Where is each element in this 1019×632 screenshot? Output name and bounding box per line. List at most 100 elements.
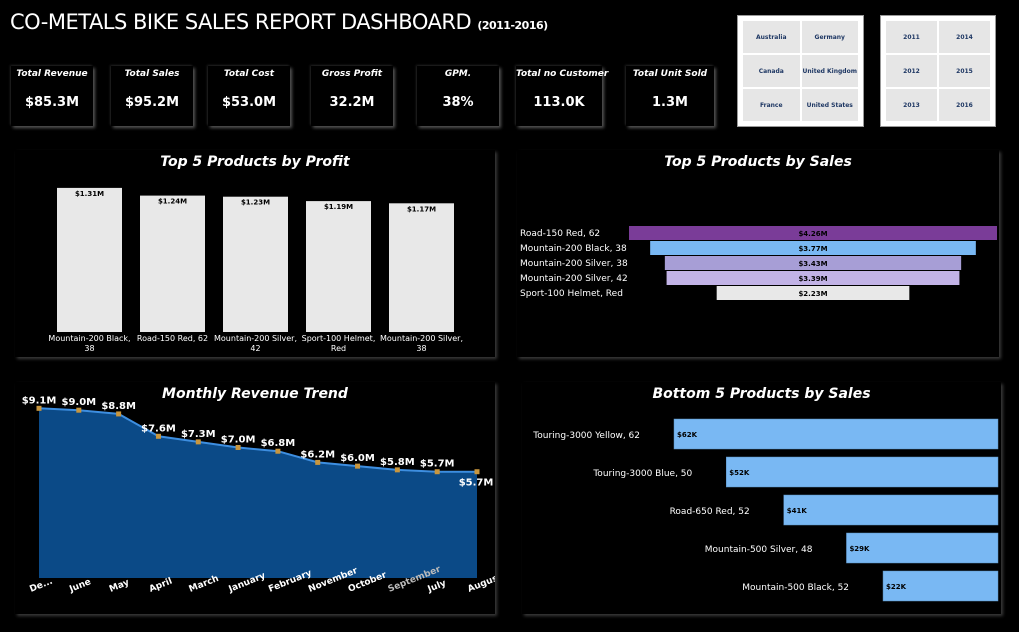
funnel-data-label: $3.77M xyxy=(798,245,827,253)
kpi-label: GPM. xyxy=(444,69,472,79)
profit-data-label: $1.19M xyxy=(324,203,353,211)
profit-category-label: Road-150 Red, 62 xyxy=(137,334,208,343)
revenue-marker xyxy=(116,411,122,417)
slicer-option-year[interactable]: 2011 xyxy=(886,21,937,53)
revenue-data-label: $9.0M xyxy=(62,397,97,408)
kpi-card-total-customers: Total no Customer 113.0K xyxy=(516,66,609,126)
bottom-sales-data-label: $29K xyxy=(849,545,870,553)
funnel-data-label: $4.26M xyxy=(798,230,827,238)
kpi-card-gross-profit: Gross Profit 32.2M xyxy=(311,66,393,126)
profit-bar xyxy=(223,196,288,332)
slicer-option-year[interactable]: 2016 xyxy=(939,89,990,121)
bottom-sales-data-label: $22K xyxy=(886,583,907,591)
slicer-option-country[interactable]: Germany xyxy=(801,21,858,53)
funnel-category-label: Mountain-200 Silver, 42 xyxy=(520,274,628,284)
revenue-marker xyxy=(315,459,321,465)
revenue-trend-panel: Monthly Revenue Trend $9.1M De... $9.0M Jun… xyxy=(15,382,495,614)
slicer-option-country[interactable]: United States xyxy=(801,89,858,121)
funnel-data-label: $2.23M xyxy=(798,290,827,298)
profit-category-label: Mountain-200 Black, xyxy=(48,334,130,343)
revenue-marker xyxy=(235,444,241,450)
profit-bar xyxy=(140,195,205,332)
slicer-option-year[interactable]: 2013 xyxy=(886,89,937,121)
profit-category-label: Red xyxy=(331,344,346,353)
bottom-sales-bar xyxy=(783,494,999,526)
profit-category-label: Sport-100 Helmet, xyxy=(302,334,376,343)
profit-data-label: $1.31M xyxy=(75,190,104,198)
bottom-sales-category-label: Touring-3000 Blue, 50 xyxy=(592,469,692,479)
profit-category-label: Mountain-200 Silver, xyxy=(214,334,297,343)
revenue-area xyxy=(39,408,477,578)
revenue-data-label: $5.7M xyxy=(420,459,455,470)
revenue-data-label: $5.7M xyxy=(459,478,494,489)
year-slicer: 2011 2014 2012 2015 2013 2016 xyxy=(880,15,996,127)
bottom-sales-data-label: $41K xyxy=(787,507,808,515)
funnel-category-label: Road-150 Red, 62 xyxy=(520,229,600,239)
profit-category-label: 38 xyxy=(84,344,94,353)
funnel-category-label: Mountain-200 Black, 38 xyxy=(520,244,627,254)
title-text: CO-METALS BIKE SALES REPORT DASHBOARD xyxy=(10,10,472,34)
revenue-data-label: $7.3M xyxy=(181,429,216,440)
kpi-label: Gross Profit xyxy=(321,69,383,79)
revenue-data-label: $6.0M xyxy=(340,453,375,464)
revenue-marker xyxy=(36,405,42,411)
revenue-x-tick: April xyxy=(148,577,174,595)
bottom-sales-category-label: Touring-3000 Yellow, 62 xyxy=(532,431,640,441)
dashboard-title: CO-METALS BIKE SALES REPORT DASHBOARD (2… xyxy=(10,10,548,34)
kpi-value: $53.0M xyxy=(221,95,277,110)
slicer-option-country[interactable]: France xyxy=(743,89,800,121)
funnel-data-label: $3.39M xyxy=(798,275,827,283)
kpi-card-total-sales: Total Sales $95.2M xyxy=(111,66,193,126)
slicer-option-year[interactable]: 2012 xyxy=(886,55,937,87)
title-subtitle: (2011-2016) xyxy=(477,19,548,32)
profit-bar xyxy=(389,203,454,332)
slicer-option-country[interactable]: Canada xyxy=(743,55,800,87)
kpi-value: 38% xyxy=(442,95,474,110)
revenue-data-label: $5.8M xyxy=(380,457,415,468)
profit-category-label: Mountain-200 Silver, xyxy=(380,334,463,343)
kpi-value: 113.0K xyxy=(533,95,585,110)
revenue-x-tick: June xyxy=(67,577,92,595)
profit-data-label: $1.23M xyxy=(241,199,270,207)
revenue-marker xyxy=(355,463,361,469)
profit-chart-panel: Top 5 Products by Profit $1.31M Mountain-… xyxy=(15,150,495,357)
kpi-card-total-unit-sold: Total Unit Sold 1.3M xyxy=(626,66,714,126)
profit-bar-chart: $1.31M Mountain-200 Black,38 $1.24M Road-15… xyxy=(48,187,463,353)
revenue-x-tick: De... xyxy=(28,577,54,595)
top-sales-funnel-chart: $4.26M Road-150 Red, 62 $3.77M Mountain-200… xyxy=(520,226,997,300)
revenue-x-tick: May xyxy=(108,578,131,595)
bottom-sales-bar xyxy=(673,418,999,450)
revenue-data-label: $6.8M xyxy=(261,438,296,449)
slicer-option-year[interactable]: 2015 xyxy=(939,55,990,87)
kpi-card-gpm: GPM. 38% xyxy=(417,66,499,126)
funnel-category-label: Mountain-200 Silver, 38 xyxy=(520,259,628,269)
kpi-value: 32.2M xyxy=(329,95,375,110)
slicer-option-country[interactable]: United Kingdom xyxy=(801,55,858,87)
revenue-marker xyxy=(434,469,440,475)
revenue-marker xyxy=(394,467,400,473)
revenue-marker xyxy=(474,469,480,475)
profit-bar xyxy=(306,201,371,332)
bottom-sales-data-label: $62K xyxy=(677,431,698,439)
funnel-category-label: Sport-100 Helmet, Red xyxy=(520,289,623,299)
country-slicer: Australia Germany Canada United Kingdom … xyxy=(737,15,864,127)
revenue-marker xyxy=(155,433,161,439)
bottom-sales-category-label: Road-650 Red, 52 xyxy=(670,507,750,517)
kpi-label: Total no Customer xyxy=(516,69,609,79)
revenue-data-label: $7.0M xyxy=(221,434,256,445)
bottom-sales-chart-panel: Bottom 5 Products by Sales $62K Touring-3… xyxy=(522,382,1001,614)
bottom-sales-bar xyxy=(726,456,999,488)
slicer-option-year[interactable]: 2014 xyxy=(939,21,990,53)
top-sales-chart-panel: Top 5 Products by Sales $4.26M Road-150 R… xyxy=(517,150,999,357)
bottom-sales-category-label: Mountain-500 Black, 52 xyxy=(742,583,849,593)
profit-data-label: $1.24M xyxy=(158,198,187,206)
slicer-option-country[interactable]: Australia xyxy=(743,21,800,53)
revenue-data-label: $6.2M xyxy=(300,449,335,460)
kpi-label: Total Unit Sold xyxy=(632,69,708,79)
revenue-data-label: $9.1M xyxy=(22,395,57,406)
revenue-marker xyxy=(76,407,82,413)
revenue-area-chart: $9.1M De... $9.0M June $8.8M May $7.6M April $7.… xyxy=(22,395,495,595)
kpi-value: $85.3M xyxy=(24,95,80,110)
revenue-x-tick: July xyxy=(426,578,448,595)
revenue-marker xyxy=(195,439,201,445)
